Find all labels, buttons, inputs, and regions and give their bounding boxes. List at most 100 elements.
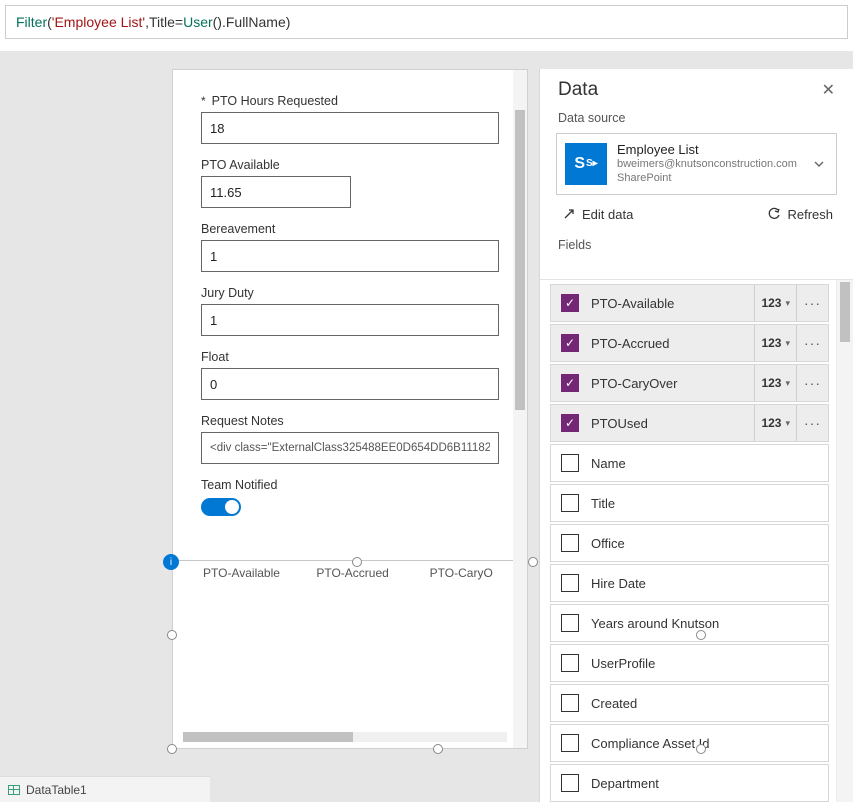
checkbox-icon[interactable] [561, 294, 579, 312]
h-scrollbar-thumb[interactable] [183, 732, 353, 742]
edit-data-button[interactable]: Edit data [562, 207, 633, 222]
field-row-unchecked[interactable]: Department [550, 764, 829, 802]
field-more-button[interactable]: ··· [796, 285, 828, 321]
chevron-down-icon: ▾ [785, 378, 790, 389]
dt-separator [173, 560, 513, 561]
field-row-checked[interactable]: PTOUsed123▾··· [550, 404, 829, 442]
field-more-button[interactable]: ··· [796, 365, 828, 401]
field-name: Department [591, 776, 828, 791]
chevron-down-icon: ▾ [785, 298, 790, 309]
field-row-checked[interactable]: PTO-Accrued123▾··· [550, 324, 829, 362]
close-icon[interactable]: ✕ [822, 80, 835, 100]
formula-bar[interactable]: Filter ( 'Employee List' ,Title= User ()… [5, 5, 848, 39]
notes-label: Request Notes [201, 414, 499, 428]
chevron-down-icon: ▾ [785, 418, 790, 429]
field-row-checked[interactable]: PTO-CaryOver123▾··· [550, 364, 829, 402]
notes-input[interactable] [201, 432, 499, 464]
field-name: UserProfile [591, 656, 828, 671]
info-badge-icon[interactable]: i [163, 554, 179, 570]
field-row-unchecked[interactable]: UserProfile [550, 644, 829, 682]
checkbox-icon[interactable] [561, 494, 579, 512]
checkbox-icon[interactable] [561, 534, 579, 552]
float-label: Float [201, 350, 499, 364]
field-more-button[interactable]: ··· [796, 405, 828, 441]
checkbox-icon[interactable] [561, 574, 579, 592]
data-source-kind: SharePoint [617, 171, 797, 185]
checkbox-icon[interactable] [561, 374, 579, 392]
checkbox-icon[interactable] [561, 614, 579, 632]
field-row-unchecked[interactable]: Compliance Asset Id [550, 724, 829, 762]
formula-fn-user: User [183, 14, 213, 30]
field-row-checked[interactable]: PTO-Available123▾··· [550, 284, 829, 322]
resize-handle[interactable] [352, 557, 362, 567]
dt-col-3[interactable]: PTO-CaryO [400, 562, 513, 588]
table-icon [8, 785, 20, 795]
resize-handle[interactable] [433, 744, 443, 754]
refresh-icon [767, 207, 781, 221]
fields-scrollbar-thumb[interactable] [840, 282, 850, 342]
checkbox-icon[interactable] [561, 454, 579, 472]
checkbox-icon[interactable] [561, 654, 579, 672]
dt-col-2[interactable]: PTO-Accrued [286, 562, 399, 588]
resize-handle[interactable] [167, 744, 177, 754]
resize-handle[interactable] [528, 557, 538, 567]
field-name: Years around Knutson [591, 616, 828, 631]
data-source-user: bweimers@knutsonconstruction.com [617, 157, 797, 171]
canvas-area: * PTO Hours Requested PTO Available Bere… [0, 51, 853, 802]
form-scrollbar[interactable] [513, 70, 527, 748]
field-name: Name [591, 456, 828, 471]
checkbox-icon[interactable] [561, 414, 579, 432]
field-row-unchecked[interactable]: Years around Knutson [550, 604, 829, 642]
required-star: * [201, 94, 206, 108]
resize-handle[interactable] [696, 744, 706, 754]
refresh-button[interactable]: Refresh [767, 207, 833, 222]
jury-label: Jury Duty [201, 286, 499, 300]
h-scrollbar[interactable] [183, 732, 507, 742]
checkbox-icon[interactable] [561, 694, 579, 712]
field-row-unchecked[interactable]: Created [550, 684, 829, 722]
field-row-unchecked[interactable]: Office [550, 524, 829, 562]
checkbox-icon[interactable] [561, 734, 579, 752]
checkbox-icon[interactable] [561, 774, 579, 792]
field-name: Title [591, 496, 828, 511]
formula-mid: ,Title= [145, 14, 183, 30]
field-type-dropdown[interactable]: 123▾ [754, 365, 796, 401]
datatable-headers: PTO-Available PTO-Accrued PTO-CaryO [173, 562, 513, 588]
dt-col-1[interactable]: PTO-Available [173, 562, 286, 588]
field-type-dropdown[interactable]: 123▾ [754, 325, 796, 361]
jury-input[interactable] [201, 304, 499, 336]
float-input[interactable] [201, 368, 499, 400]
sharepoint-icon: ▸ [565, 143, 607, 185]
field-row-unchecked[interactable]: Name [550, 444, 829, 482]
field-row-unchecked[interactable]: Title [550, 484, 829, 522]
data-source-box[interactable]: ▸ Employee List bweimers@knutsonconstruc… [556, 133, 837, 195]
pto-req-label: * PTO Hours Requested [201, 94, 499, 108]
fields-scroll-area: PTO-Available123▾···PTO-Accrued123▾···PT… [540, 279, 853, 802]
form-scrollbar-thumb[interactable] [515, 110, 525, 410]
field-name: PTOUsed [591, 416, 754, 431]
resize-handle[interactable] [167, 630, 177, 640]
chevron-down-icon[interactable] [812, 157, 826, 171]
data-pane: Data ✕ Data source ▸ Employee List bweim… [539, 69, 853, 802]
toggle-knob [225, 500, 239, 514]
field-type-dropdown[interactable]: 123▾ [754, 405, 796, 441]
selected-control-name: DataTable1 [26, 783, 87, 797]
bereavement-input[interactable] [201, 240, 499, 272]
field-type-dropdown[interactable]: 123▾ [754, 285, 796, 321]
team-notified-toggle[interactable] [201, 498, 241, 516]
fields-scrollbar[interactable] [836, 280, 853, 802]
data-source-label: Data source [540, 101, 853, 133]
formula-fn-filter: Filter [16, 14, 47, 30]
selection-readout[interactable]: DataTable1 [0, 776, 210, 802]
bereavement-label: Bereavement [201, 222, 499, 236]
field-row-unchecked[interactable]: Hire Date [550, 564, 829, 602]
field-name: Hire Date [591, 576, 828, 591]
pto-req-input[interactable] [201, 112, 499, 144]
field-name: PTO-CaryOver [591, 376, 754, 391]
pto-avail-input[interactable] [201, 176, 351, 208]
checkbox-icon[interactable] [561, 334, 579, 352]
resize-handle[interactable] [696, 630, 706, 640]
field-more-button[interactable]: ··· [796, 325, 828, 361]
field-name: Compliance Asset Id [591, 736, 828, 751]
form-card[interactable]: * PTO Hours Requested PTO Available Bere… [172, 69, 528, 749]
